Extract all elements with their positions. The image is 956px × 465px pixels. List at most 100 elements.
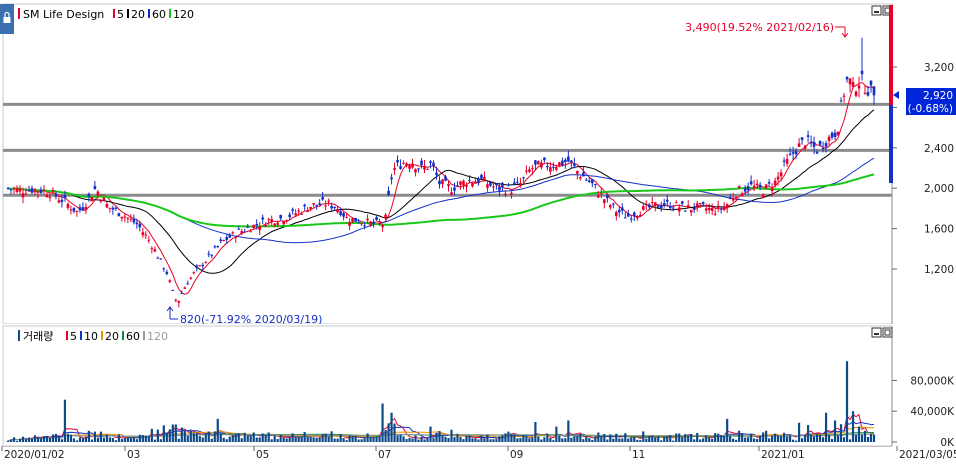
candle-body [830,132,834,138]
volume-bar [666,436,669,442]
volume-bar [366,433,369,442]
side-tab[interactable] [0,4,14,34]
volume-bar [510,433,513,442]
volume-ma-legend-marker [122,331,124,340]
volume-bar [294,437,297,442]
volume-bar [639,440,642,442]
volume-ma-legend-label: 120 [147,330,168,343]
volume-bar [150,428,153,442]
volume-bar [465,435,468,442]
volume-bar [117,434,120,442]
candle-body [18,188,22,192]
volume-bar [537,436,540,442]
price-chart[interactable]: SM Life Design 5 20 60 120 3,490(19.52% 202… [0,0,956,326]
volume-bar [132,437,135,442]
volume-bar [453,437,456,442]
volume-bar [48,437,52,442]
volume-bar [102,437,105,442]
candle-body [731,197,735,201]
candle-body [234,237,238,239]
volume-bar [288,437,291,442]
volume-bar [297,436,300,442]
minimize-button[interactable] [871,327,882,338]
candle-body [165,271,169,274]
volume-bar [564,438,567,442]
volume-bar [684,434,687,442]
volume-bar [732,438,735,442]
volume-bar [174,424,177,442]
volume-bar [788,435,792,442]
volume-bar [225,439,228,442]
volume-bar [360,439,363,442]
volume-bar [114,440,117,442]
volume-bar [642,431,645,442]
volume-bar [615,433,618,442]
candle-body [366,218,369,221]
candle-body [773,180,777,186]
candle-body [330,205,333,209]
volume-bar [339,434,342,442]
minimize-button[interactable] [871,5,882,16]
candle-body [809,142,813,144]
candle-body [582,172,585,177]
volume-ma-legend-marker [101,331,103,340]
volume-bar [606,439,609,442]
volume-bar [741,433,744,442]
price-y-tick-label: 2,000 [924,183,954,195]
x-tick-label: 11 [632,449,645,461]
volume-chart[interactable]: 거래량 5 10 20 60 120 80,000K 40,000K 0K [0,324,956,449]
volume-bar [756,438,759,442]
candle-body [264,225,268,227]
candle-body [390,177,393,180]
candle-body [869,80,873,86]
ma-legend-marker [127,9,129,18]
volume-bar [669,435,672,442]
volume-bar [324,433,327,442]
volume-bar [327,436,330,442]
volume-bar [147,435,150,442]
candle-body [210,254,214,256]
volume-bar [809,434,813,442]
candle-body [629,218,633,220]
candle-body [671,207,675,209]
candle-body [72,207,76,212]
candle-body [489,181,492,186]
candle-body [24,193,28,195]
volume-bar [138,434,141,442]
candle-body [462,180,465,186]
volume-bar [630,437,633,442]
candle-body [659,205,663,209]
candle-body [698,203,702,205]
volume-bar [588,438,591,442]
candle-body [537,161,540,165]
volume-bar [390,412,393,442]
volume-bar [786,436,789,442]
maximize-button[interactable] [882,327,893,338]
low-annotation-text: 820(-71.92% 2020/03/19) [180,313,322,324]
candle-body [57,200,61,203]
candle-body [851,82,855,87]
volume-bar [273,435,276,442]
candle-body [324,205,327,207]
candle-body [408,165,411,169]
candle-body [93,186,97,190]
candle-body [300,213,303,215]
candle-body [719,208,723,210]
volume-bar [72,438,76,442]
volume-title: 거래량 [23,330,53,343]
volume-bar [582,439,585,442]
candle-body [108,207,112,209]
candle-body [432,162,435,167]
candle-body [81,207,85,210]
volume-bar [399,434,402,442]
volume-bar [393,423,396,442]
volume-bar [354,435,357,442]
volume-bar [558,435,561,442]
volume-bar [726,418,729,442]
candle-body [522,177,525,179]
volume-bar [531,437,534,442]
volume-bar [459,436,462,442]
volume-bar [540,439,543,442]
volume-chart-pane[interactable]: 거래량 5 10 20 60 120 80,000K 40,000K 0K [0,324,956,449]
price-chart-pane[interactable]: SM Life Design 5 20 60 120 3,490(19.52% 202… [0,0,956,326]
